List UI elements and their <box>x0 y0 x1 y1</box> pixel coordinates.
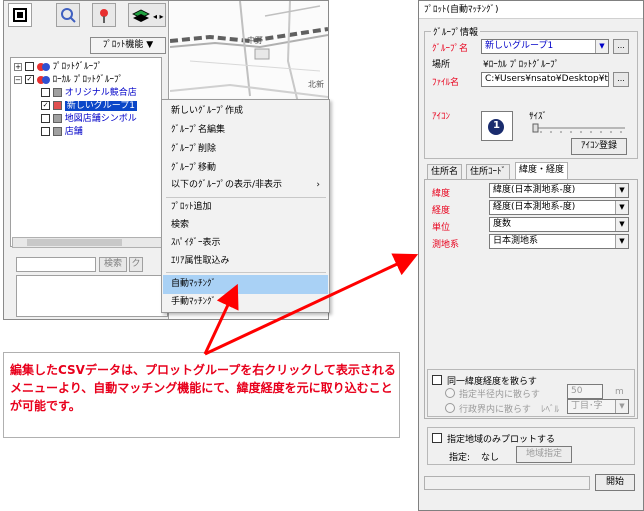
arrow-to-dialog <box>204 253 419 356</box>
chevron-down-icon[interactable]: ▼ <box>615 201 628 214</box>
tab-lat-lon[interactable]: 緯度・経度 <box>515 162 569 180</box>
latitude-select[interactable]: 緯度(日本測地系-度) ▼ <box>489 183 629 198</box>
longitude-value: 経度(日本測地系-度) <box>493 202 576 212</box>
region-only-checkbox[interactable] <box>432 433 442 443</box>
datum-label: 測地系 <box>432 240 460 250</box>
location-label: 場所 <box>432 60 451 70</box>
region-select-button[interactable]: 地域指定 <box>516 446 572 463</box>
group-browse-button[interactable]: ... <box>613 39 629 54</box>
chevron-down-icon[interactable]: ▼ <box>615 235 628 248</box>
status-bar <box>424 476 590 490</box>
unit-value: 度数 <box>493 219 512 229</box>
disperse-label: 同一緯度経度を散らす <box>447 377 537 387</box>
radius-unit: m <box>615 387 624 397</box>
group-name-select[interactable]: 新しいグループ1 ▼ <box>481 39 609 54</box>
file-name-field[interactable]: C:¥Users¥nsato¥Desktop¥tes <box>481 72 609 87</box>
icon-register-button[interactable]: ｱｲｺﾝ登録 <box>571 138 627 155</box>
latitude-label: 緯度 <box>432 189 451 199</box>
file-name-label: ﾌｧｲﾙ名 <box>432 78 460 88</box>
unit-select[interactable]: 度数 ▼ <box>489 217 629 232</box>
latitude-value: 緯度(日本測地系-度) <box>493 185 576 195</box>
datum-select[interactable]: 日本測地系 ▼ <box>489 234 629 249</box>
tab-address-code[interactable]: 住所ｺｰﾄﾞ <box>466 164 511 179</box>
group-name-value: 新しいグループ1 <box>485 41 554 51</box>
chevron-down-icon[interactable]: ▼ <box>615 184 628 197</box>
group-name-label: ｸﾞﾙｰﾌﾟ名 <box>432 44 469 54</box>
location-value: ¥ﾛｰｶﾙ ﾌﾟﾛｯﾄｸﾞﾙｰﾌﾟ <box>483 60 560 70</box>
chevron-down-icon[interactable]: ▼ <box>595 40 608 53</box>
group-info-title: ｸﾞﾙｰﾌﾟ情報 <box>431 25 481 38</box>
chevron-down-icon[interactable]: ▼ <box>615 218 628 231</box>
size-slider[interactable] <box>531 123 627 133</box>
radius-label: 指定半径内に散らす <box>459 390 540 400</box>
size-label: ｻｲｽﾞ <box>529 112 548 122</box>
longitude-label: 経度 <box>432 206 451 216</box>
radius-radio[interactable] <box>445 388 455 398</box>
file-browse-button[interactable]: ... <box>613 72 629 87</box>
icon-preview[interactable]: 1 <box>481 111 513 141</box>
longitude-select[interactable]: 経度(日本測地系-度) ▼ <box>489 200 629 215</box>
level-value: 丁目･字 <box>571 401 603 411</box>
datum-value: 日本測地系 <box>493 236 539 246</box>
radius-input[interactable]: 50 <box>567 384 603 399</box>
icon-number: 1 <box>493 120 500 131</box>
level-label: ﾚﾍﾞﾙ <box>541 405 560 415</box>
icon-label: ｱｲｺﾝ <box>432 112 451 122</box>
level-select[interactable]: 丁目･字 ▼ <box>567 399 629 414</box>
slider-track <box>532 123 625 133</box>
chevron-down-icon[interactable]: ▼ <box>615 400 628 413</box>
disperse-checkbox[interactable] <box>432 375 442 385</box>
admin-boundary-label: 行政界内に散らす <box>459 405 531 415</box>
arrow-to-menu <box>203 283 239 355</box>
dialog-title: ﾌﾟﾛｯﾄ(自動ﾏｯﾁﾝｸﾞ) <box>419 1 643 19</box>
region-specify-value: なし <box>481 453 500 463</box>
unit-label: 単位 <box>432 223 451 233</box>
admin-boundary-radio[interactable] <box>445 403 455 413</box>
tab-address-name[interactable]: 住所名 <box>427 164 463 179</box>
region-only-label: 指定地域のみプロットする <box>447 435 556 445</box>
auto-matching-dialog: ﾌﾟﾛｯﾄ(自動ﾏｯﾁﾝｸﾞ) ｸﾞﾙｰﾌﾟ情報 ｸﾞﾙｰﾌﾟ名 新しいグループ… <box>418 0 644 511</box>
region-specify-label: 指定: <box>449 453 471 463</box>
start-button[interactable]: 開始 <box>595 474 635 491</box>
